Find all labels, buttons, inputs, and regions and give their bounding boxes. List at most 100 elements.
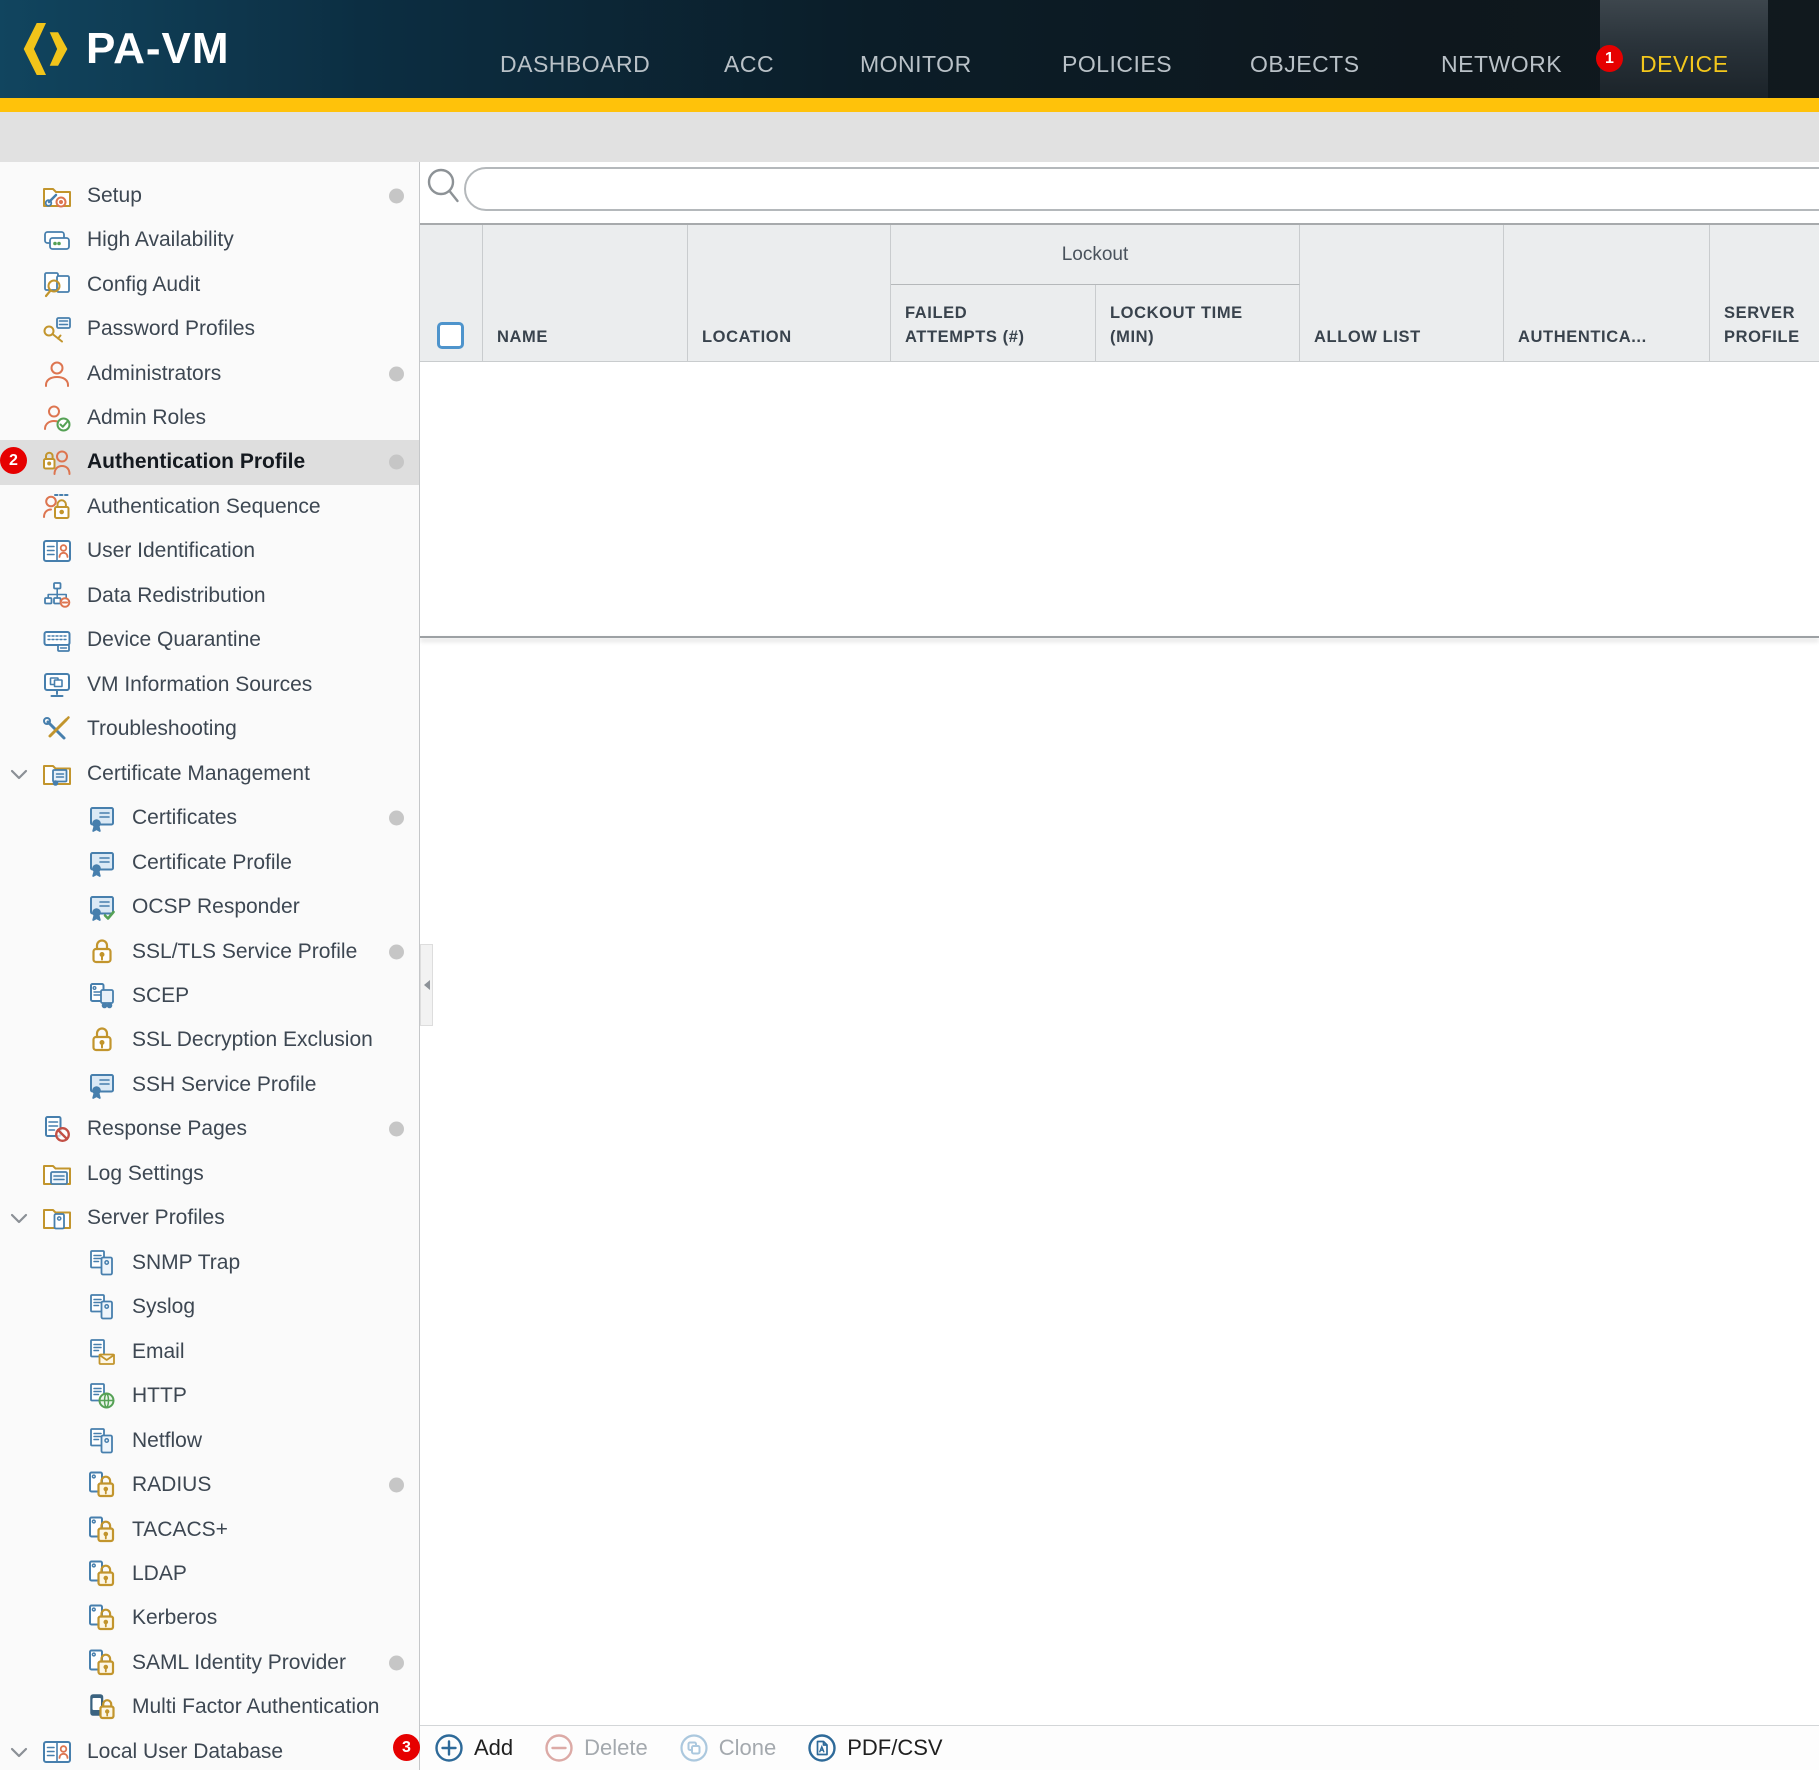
netflow-icon: [87, 1426, 117, 1456]
column-header-label: FAILEDATTEMPTS (#): [905, 301, 1025, 351]
item-status-dot: [389, 455, 404, 470]
nav-item-objects[interactable]: OBJECTS: [1250, 0, 1360, 98]
vm-information-sources-icon: [42, 670, 72, 700]
sidebar-item-label: Server Profiles: [87, 1206, 225, 1230]
table-body-bottom-border: [420, 636, 1819, 638]
sidebar-item-label: Log Settings: [87, 1162, 204, 1186]
sidebar-item-local-user-database[interactable]: Local User Database: [0, 1730, 419, 1770]
palo-alto-logo-icon: [20, 20, 72, 78]
sidebar-item-label: SCEP: [132, 984, 189, 1008]
nav-item-policies[interactable]: POLICIES: [1062, 0, 1172, 98]
sidebar-item-device-quarantine[interactable]: Device Quarantine: [0, 618, 419, 662]
sidebar-item-ssl-decryption-exclusion[interactable]: SSL Decryption Exclusion: [0, 1018, 419, 1062]
column-header-server-profile[interactable]: SERVERPROFILE: [1710, 285, 1819, 362]
group-header-spacer: [688, 225, 891, 285]
sidebar-item-label: Netflow: [132, 1429, 202, 1453]
sidebar-item-high-availability[interactable]: High Availability: [0, 218, 419, 262]
administrators-icon: [42, 359, 72, 389]
sidebar-item-log-settings[interactable]: Log Settings: [0, 1152, 419, 1196]
sidebar-item-certificate-profile[interactable]: Certificate Profile: [0, 840, 419, 884]
delete-button: Delete: [543, 1732, 648, 1764]
sidebar-item-authentication-profile[interactable]: Authentication Profile: [0, 440, 419, 484]
sidebar-item-vm-information-sources[interactable]: VM Information Sources: [0, 663, 419, 707]
config-audit-icon: [42, 270, 72, 300]
sidebar-item-radius[interactable]: RADIUS: [0, 1463, 419, 1507]
high-availability-icon: [42, 225, 72, 255]
toolbar-button-label: Clone: [719, 1735, 776, 1761]
chevron-down-icon[interactable]: [6, 1205, 32, 1231]
sidebar-item-admin-roles[interactable]: Admin Roles: [0, 396, 419, 440]
column-header-allow-list[interactable]: ALLOW LIST: [1300, 285, 1504, 362]
sidebar-collapse-handle[interactable]: [420, 944, 433, 1026]
sidebar-item-saml-identity-provider[interactable]: SAML Identity Provider: [0, 1641, 419, 1685]
annotation-badge-2: 2: [0, 447, 27, 474]
sidebar-item-http[interactable]: HTTP: [0, 1374, 419, 1418]
sidebar-item-setup[interactable]: Setup: [0, 174, 419, 218]
search-input[interactable]: [464, 167, 1819, 211]
sidebar-item-ocsp-responder[interactable]: OCSP Responder: [0, 885, 419, 929]
sidebar-item-label: Data Redistribution: [87, 584, 266, 608]
item-status-dot: [389, 1478, 404, 1493]
column-header-label: SERVERPROFILE: [1724, 301, 1800, 351]
sidebar-item-email[interactable]: Email: [0, 1329, 419, 1373]
add-button[interactable]: Add: [433, 1732, 513, 1764]
saml-identity-provider-icon: [87, 1648, 117, 1678]
sidebar-item-ssh-service-profile[interactable]: SSH Service Profile: [0, 1063, 419, 1107]
sidebar-item-label: High Availability: [87, 228, 234, 252]
ssl-decryption-exclusion-icon: [87, 1025, 117, 1055]
sidebar-item-user-identification[interactable]: User Identification: [0, 529, 419, 573]
sidebar-item-label: SSL Decryption Exclusion: [132, 1028, 373, 1052]
sidebar-item-administrators[interactable]: Administrators: [0, 351, 419, 395]
sidebar-item-multi-factor-authentication[interactable]: Multi Factor Authentication: [0, 1685, 419, 1729]
sidebar-item-config-audit[interactable]: Config Audit: [0, 262, 419, 306]
device-sidebar: Setup High Availability Config AuditPasswo…: [0, 162, 420, 1770]
certificate-profile-icon: [87, 848, 117, 878]
certificates-icon: [87, 803, 117, 833]
column-header-lockout-time-min-[interactable]: LOCKOUT TIME(MIN): [1096, 285, 1300, 362]
nav-item-label: MONITOR: [860, 51, 972, 78]
nav-item-dashboard[interactable]: DASHBOARD: [500, 0, 650, 98]
sidebar-item-troubleshooting[interactable]: Troubleshooting: [0, 707, 419, 751]
nav-item-monitor[interactable]: MONITOR: [860, 0, 972, 98]
column-header-name[interactable]: NAME: [483, 285, 688, 362]
admin-roles-icon: [42, 403, 72, 433]
sidebar-item-label: LDAP: [132, 1562, 187, 1586]
pdf-csv-button[interactable]: PDF/CSV: [806, 1732, 942, 1764]
sidebar-item-certificates[interactable]: Certificates: [0, 796, 419, 840]
sidebar-item-snmp-trap[interactable]: SNMP Trap: [0, 1241, 419, 1285]
sidebar-item-response-pages[interactable]: Response Pages: [0, 1107, 419, 1151]
scep-icon: [87, 981, 117, 1011]
sidebar-item-label: Multi Factor Authentication: [132, 1695, 379, 1719]
column-header-failed-attempts-[interactable]: FAILEDATTEMPTS (#): [891, 285, 1096, 362]
sidebar-item-data-redistribution[interactable]: Data Redistribution: [0, 574, 419, 618]
syslog-icon: [87, 1292, 117, 1322]
sidebar-item-scep[interactable]: SCEP: [0, 974, 419, 1018]
sidebar-item-label: Admin Roles: [87, 406, 206, 430]
chevron-down-icon[interactable]: [6, 761, 32, 787]
sidebar-item-label: RADIUS: [132, 1473, 211, 1497]
sidebar-item-password-profiles[interactable]: Password Profiles: [0, 307, 419, 351]
sidebar-item-ssl-tls-service-profile[interactable]: SSL/TLS Service Profile: [0, 929, 419, 973]
chevron-down-icon[interactable]: [6, 1739, 32, 1765]
toolbar-button-label: Delete: [584, 1735, 648, 1761]
sidebar-item-syslog[interactable]: Syslog: [0, 1285, 419, 1329]
sidebar-item-netflow[interactable]: Netflow: [0, 1418, 419, 1462]
ssl-tls-service-profile-icon: [87, 937, 117, 967]
sidebar-item-tacacs-[interactable]: TACACS+: [0, 1507, 419, 1551]
sidebar-item-authentication-sequence[interactable]: Authentication Sequence: [0, 485, 419, 529]
select-all-checkbox[interactable]: [437, 322, 464, 349]
sidebar-item-certificate-management[interactable]: Certificate Management: [0, 751, 419, 795]
nav-item-acc[interactable]: ACC: [724, 0, 774, 98]
sidebar-item-ldap[interactable]: LDAP: [0, 1552, 419, 1596]
sidebar-item-kerberos[interactable]: Kerberos: [0, 1596, 419, 1640]
nav-item-device[interactable]: DEVICE: [1600, 0, 1768, 98]
nav-item-network[interactable]: NETWORK: [1441, 0, 1562, 98]
nav-item-label: POLICIES: [1062, 51, 1172, 78]
sidebar-item-server-profiles[interactable]: Server Profiles: [0, 1196, 419, 1240]
device-quarantine-icon: [42, 625, 72, 655]
item-status-dot: [389, 811, 404, 826]
pa-vm-logo: PA-VM: [20, 0, 230, 98]
column-header-authentica-[interactable]: AUTHENTICA...: [1504, 285, 1710, 362]
radius-icon: [87, 1470, 117, 1500]
column-header-location[interactable]: LOCATION: [688, 285, 891, 362]
